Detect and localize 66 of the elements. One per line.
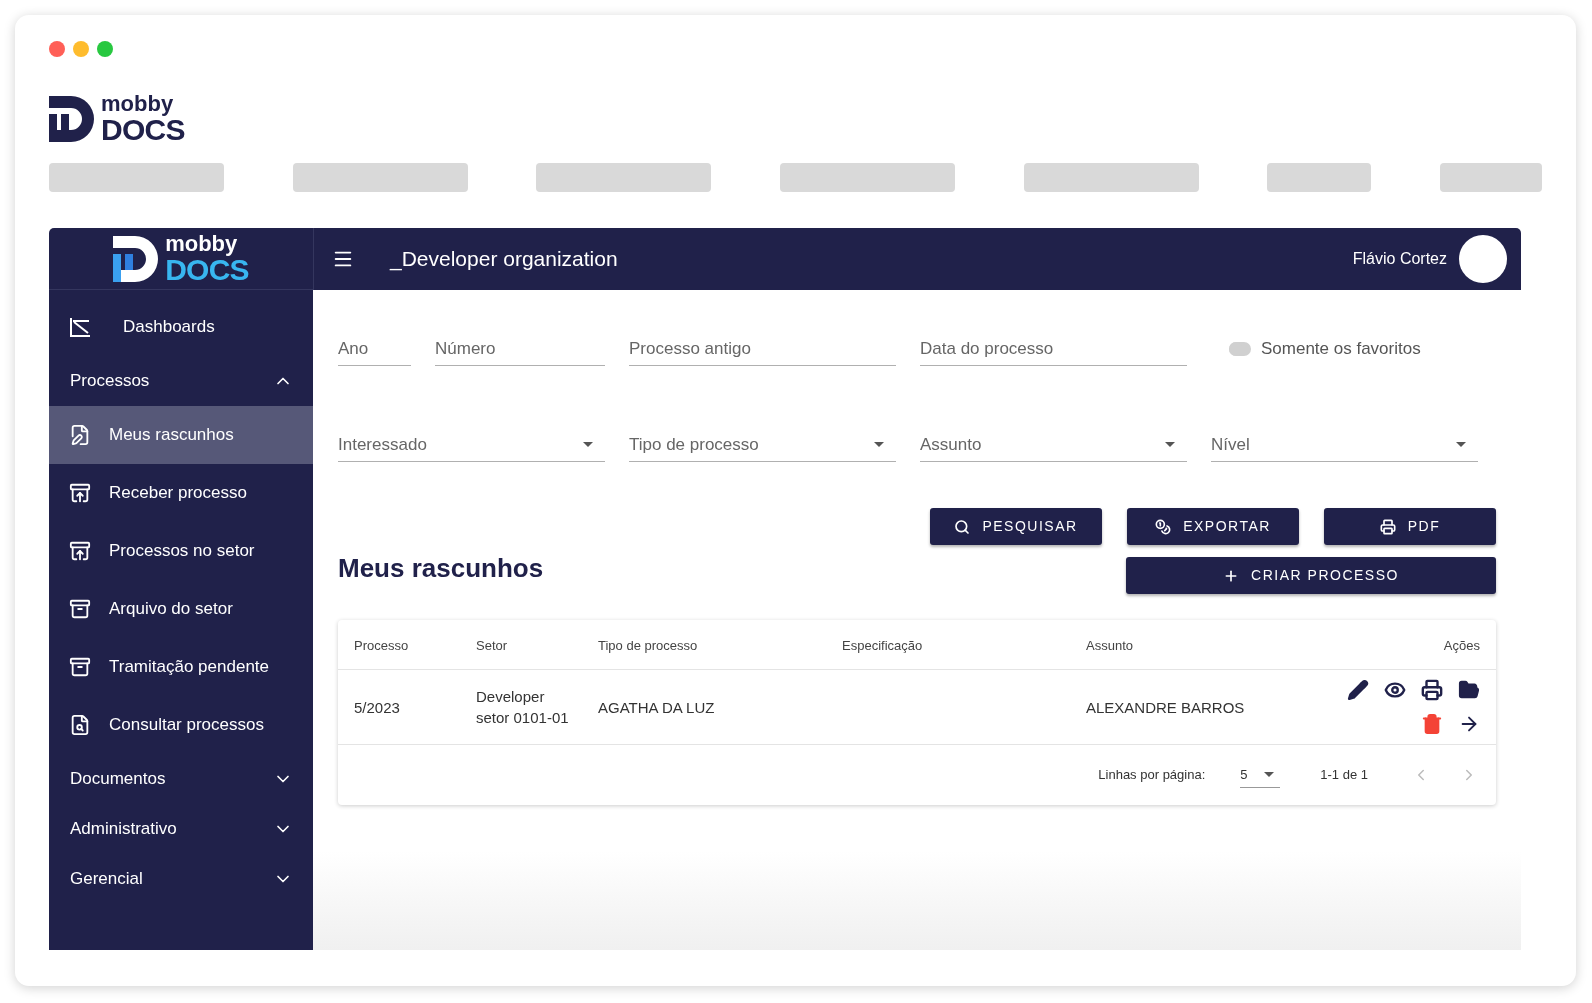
search-icon	[954, 518, 971, 535]
toggle-label: Somente os favoritos	[1261, 338, 1421, 361]
column-header: Assunto	[1086, 637, 1133, 653]
export-button[interactable]: EXPORTAR	[1127, 508, 1299, 545]
input-field[interactable]: Data do processo	[920, 332, 1187, 366]
table-cell-text: ALEXANDRE BARROS	[1086, 697, 1246, 718]
table-cell-text: 5/2023	[354, 697, 401, 718]
table-cell-text: Developer setor 0101-01	[476, 687, 570, 728]
document-search-icon	[69, 714, 91, 736]
logo-text: mobby	[165, 232, 239, 255]
sidebar-item[interactable]: Consultar processos	[49, 696, 313, 754]
column-header: Processo	[354, 637, 409, 653]
archive-box-icon	[69, 482, 91, 504]
select-field[interactable]: Interessado	[338, 428, 605, 462]
printer-icon	[1379, 518, 1396, 535]
dropdown-arrow-icon	[1456, 442, 1466, 447]
document-edit-icon	[69, 424, 91, 446]
create-button[interactable]: CRIAR PROCESSO	[1126, 557, 1496, 594]
dropdown-arrow-icon	[1165, 442, 1175, 447]
column-header: Setor	[476, 637, 508, 653]
dropdown-arrow-icon	[874, 442, 884, 447]
organization-title: _Developer organization	[390, 246, 618, 273]
sidebar-item[interactable]: Receber processo	[49, 464, 313, 522]
select-field[interactable]: Nível	[1211, 428, 1478, 462]
archive-box-icon	[69, 598, 91, 620]
archive-box-icon	[69, 540, 91, 562]
logo-text: mobby	[101, 93, 175, 115]
input-field[interactable]: Ano	[338, 332, 411, 366]
dropdown-arrow-icon	[1263, 772, 1274, 777]
select-field[interactable]: Assunto	[920, 428, 1187, 462]
input-field[interactable]: Processo antigo	[629, 332, 896, 366]
eye-icon[interactable]	[1384, 679, 1406, 701]
sidebar-item[interactable]: Dashboards	[49, 298, 313, 356]
user-name: Flávio Cortez	[1352, 249, 1447, 269]
table-cell-text: AGATHA DA LUZ	[598, 697, 716, 718]
select-field[interactable]: Tipo de processo	[629, 428, 896, 462]
rows-per-page-select[interactable]: 5	[1240, 762, 1281, 788]
logo-icon	[49, 96, 97, 142]
sidebar-item[interactable]: Meus rascunhos	[49, 406, 313, 464]
column-header: Ações	[1443, 637, 1480, 653]
favorites-toggle[interactable]	[1229, 342, 1251, 356]
section-title: Meus rascunhos	[338, 552, 544, 585]
sidebar-item[interactable]: Tramitação pendente	[49, 638, 313, 696]
page-range: 1-1 de 1	[1320, 766, 1368, 785]
pdf-button[interactable]: PDF	[1324, 508, 1496, 545]
edit-icon[interactable]	[1347, 679, 1369, 701]
sidebar-item[interactable]: Arquivo do setor	[49, 580, 313, 638]
sidebar-group[interactable]: Processos	[49, 356, 313, 406]
column-header: Tipo de processo	[598, 637, 698, 653]
coins-icon	[1155, 518, 1172, 535]
avatar[interactable]	[1459, 235, 1507, 283]
rows-per-page-label: Linhas por página:	[1098, 766, 1206, 785]
printer-icon[interactable]	[1421, 679, 1443, 701]
dropdown-arrow-icon	[583, 442, 593, 447]
chart-icon	[69, 316, 91, 338]
sidebar-group[interactable]: Administrativo	[49, 804, 313, 854]
archive-box-icon	[69, 656, 91, 678]
sidebar-group[interactable]: Documentos	[49, 754, 313, 804]
folder-icon[interactable]	[1458, 679, 1480, 701]
search-button[interactable]: PESQUISAR	[930, 508, 1102, 545]
column-header: Especificação	[842, 637, 923, 653]
sidebar-group[interactable]: Gerencial	[49, 854, 313, 904]
sidebar-item[interactable]: Processos no setor	[49, 522, 313, 580]
logo-text: DOCS	[101, 115, 185, 145]
input-field[interactable]: Número	[435, 332, 605, 366]
trash-icon[interactable]	[1421, 713, 1443, 735]
